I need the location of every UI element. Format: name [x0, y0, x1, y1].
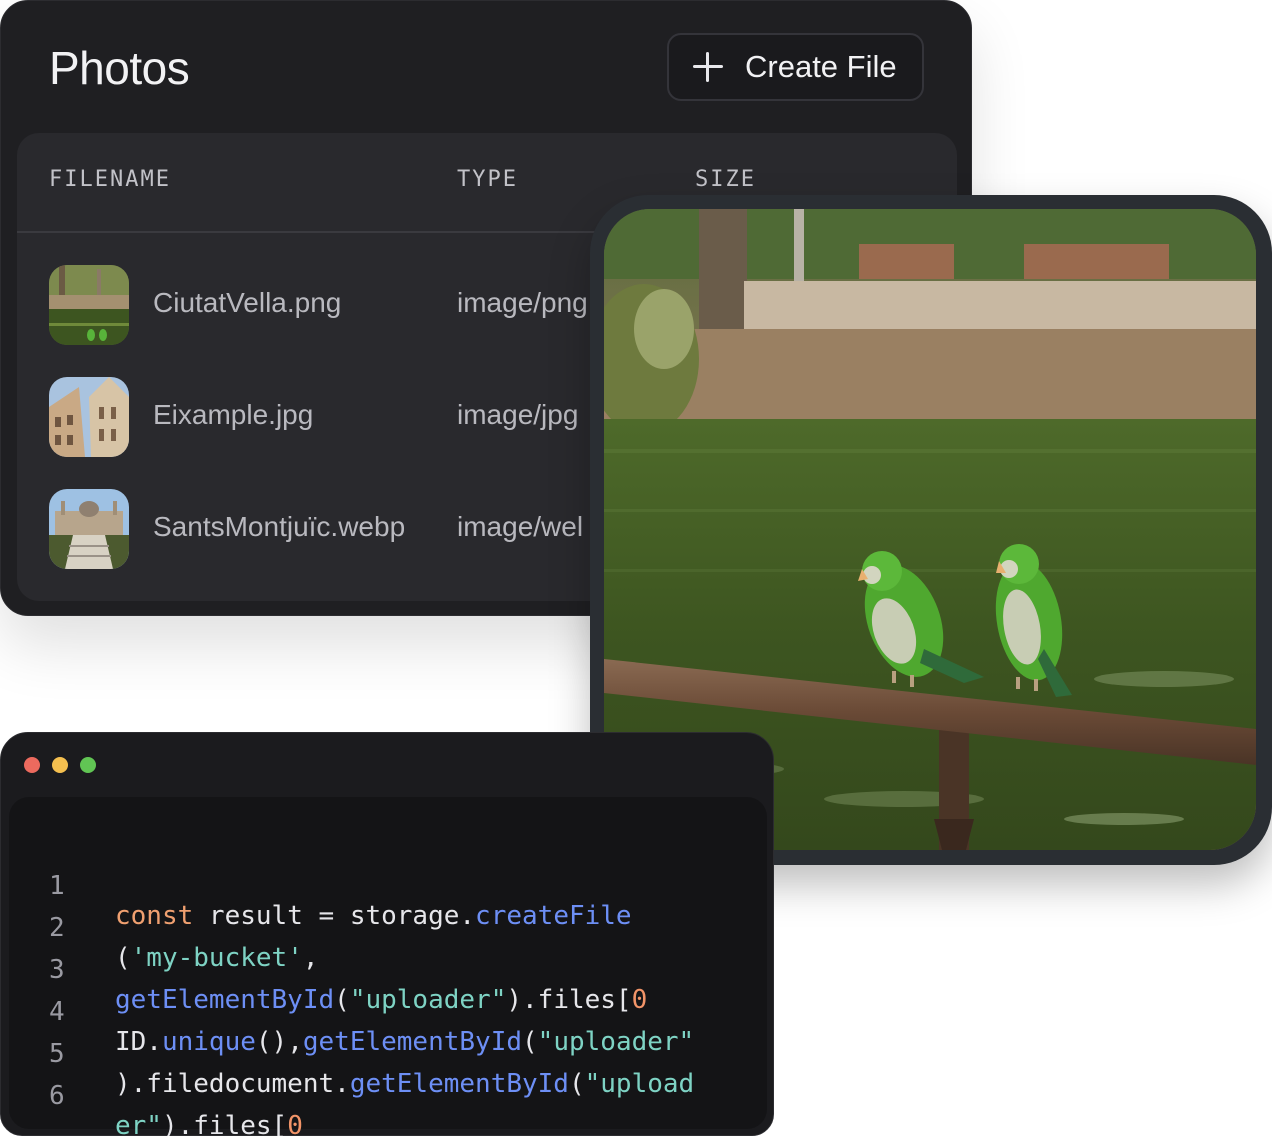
maximize-window-dot[interactable] [80, 757, 96, 773]
palace-thumbnail [49, 489, 129, 569]
code-token: er" [115, 1111, 162, 1136]
building-facade-thumbnail [49, 377, 129, 457]
close-window-dot[interactable] [24, 757, 40, 773]
filename-cell: SantsMontjuïc.webp [153, 511, 406, 542]
code-line: 1 const result = storage.createFile [9, 841, 767, 931]
column-header-size[interactable]: SIZE [695, 167, 756, 192]
type-cell: image/png [457, 287, 588, 318]
code-text: er").files[0 [115, 1111, 303, 1136]
create-file-button[interactable]: Create File [667, 33, 924, 101]
code-token: 0 [287, 1111, 303, 1136]
filename-cell: Eixample.jpg [153, 399, 314, 430]
line-number: 6 [49, 1081, 65, 1111]
plus-icon [693, 52, 723, 82]
code-body[interactable]: 1 const result = storage.createFile 2 ('… [9, 797, 767, 1136]
type-cell: image/wel [457, 511, 584, 542]
code-line: 6 er").files[0 [9, 1051, 767, 1136]
create-file-label: Create File [745, 49, 897, 84]
code-line: 5 ).filedocument.getElementById("upload [9, 1009, 767, 1099]
column-header-filename[interactable]: FILENAME [49, 167, 171, 192]
code-line: 2 ('my-bucket', [9, 883, 767, 973]
code-line: 4 ID.unique(),getElementById("uploader" [9, 967, 767, 1057]
type-cell: image/jpg [457, 399, 579, 430]
page-title: Photos [49, 42, 190, 94]
code-line: 3 getElementById("uploader").files[0 [9, 925, 767, 1015]
code-token: ).files[ [161, 1111, 288, 1136]
park-lake-thumbnail [49, 265, 129, 345]
filename-cell: CiutatVella.png [153, 287, 342, 318]
code-editor-window: 1 const result = storage.createFile 2 ('… [0, 732, 774, 1136]
column-header-type[interactable]: TYPE [457, 167, 518, 192]
minimize-window-dot[interactable] [52, 757, 68, 773]
